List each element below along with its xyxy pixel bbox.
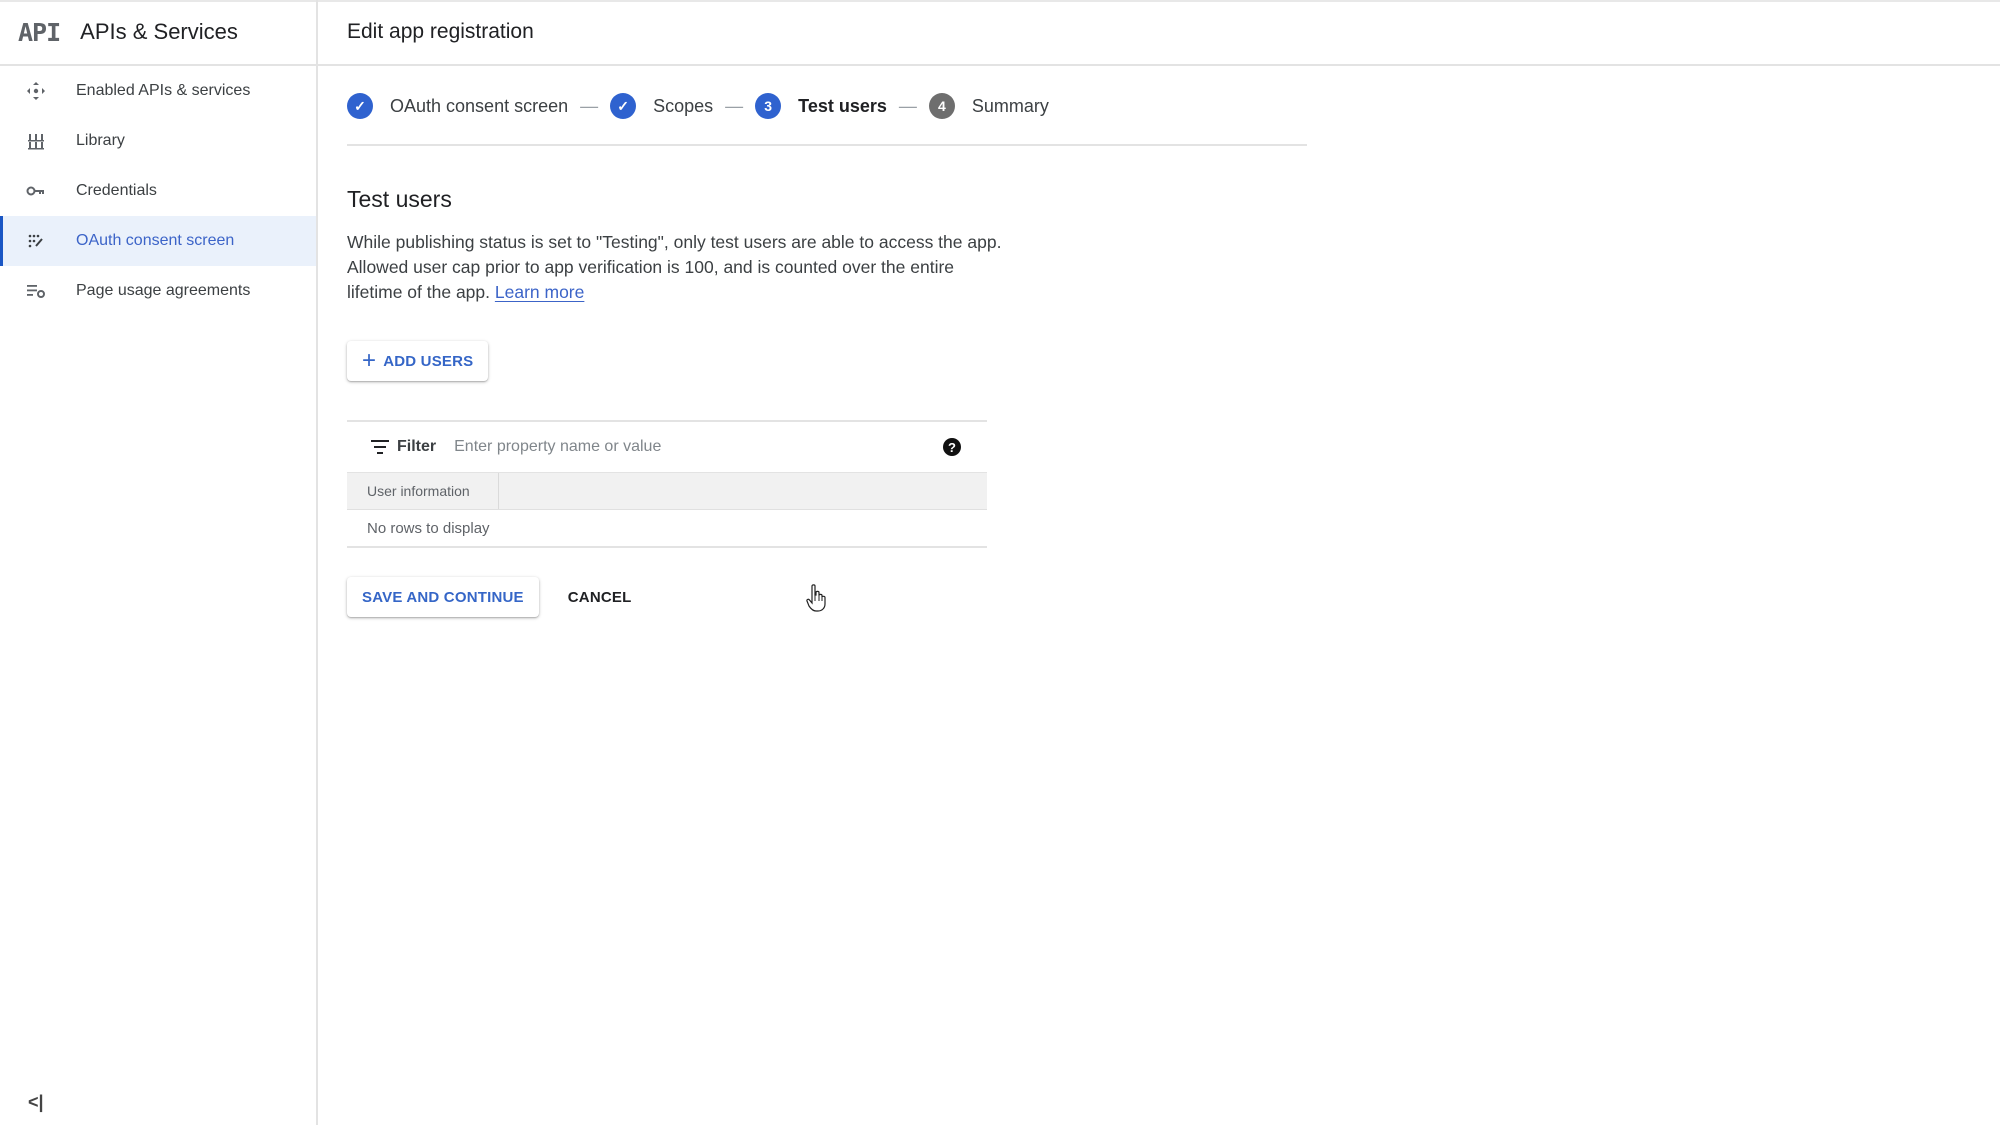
- sidebar-item-label: Enabled APIs & services: [76, 82, 251, 99]
- cancel-button[interactable]: CANCEL: [552, 577, 647, 617]
- enabled-apis-icon: [24, 79, 48, 103]
- step-separator: —: [725, 95, 744, 116]
- help-icon[interactable]: ?: [943, 438, 961, 456]
- step-oauth-consent-screen[interactable]: ✓ OAuth consent screen: [347, 93, 568, 119]
- add-users-label: ADD USERS: [383, 352, 474, 370]
- plus-icon: +: [362, 347, 377, 374]
- sidebar-item-page-usage-agreements[interactable]: Page usage agreements: [0, 266, 316, 316]
- form-actions: SAVE AND CONTINUE CANCEL: [347, 577, 647, 617]
- sidebar-nav: Enabled APIs & services Library Credenti…: [0, 66, 316, 316]
- test-users-table: Filter ? User information No rows to dis…: [347, 420, 987, 548]
- sidebar-item-library[interactable]: Library: [0, 116, 316, 166]
- step-test-users[interactable]: 3 Test users: [755, 93, 887, 119]
- step-label: Summary: [971, 95, 1049, 116]
- product-title: APIs & Services: [80, 19, 238, 44]
- check-icon: ✓: [610, 93, 637, 119]
- library-icon: [24, 129, 48, 153]
- sidebar-item-label: Credentials: [76, 182, 157, 199]
- hand-pointer-cursor-icon: [806, 584, 826, 612]
- step-separator: —: [898, 95, 917, 116]
- sidebar-header: API APIs & Services: [0, 0, 316, 66]
- page-header: Edit app registration: [318, 0, 2000, 66]
- step-separator: —: [580, 95, 599, 116]
- filter-input[interactable]: [452, 437, 897, 457]
- step-label: Test users: [798, 95, 887, 116]
- page-usage-settings-icon: [24, 279, 48, 303]
- collapse-sidebar-icon[interactable]: <|: [28, 1092, 44, 1113]
- sidebar-item-label: Library: [76, 132, 125, 149]
- check-icon: ✓: [347, 93, 373, 119]
- sidebar: API APIs & Services Enabled APIs & servi…: [0, 0, 318, 1125]
- section-description: While publishing status is set to "Testi…: [347, 230, 1007, 305]
- table-header: User information: [347, 472, 987, 510]
- sidebar-item-credentials[interactable]: Credentials: [0, 166, 316, 216]
- main-content: Edit app registration ✓ OAuth consent sc…: [318, 0, 2000, 1125]
- key-icon: [24, 179, 48, 203]
- test-users-section: Test users While publishing status is se…: [347, 186, 1007, 381]
- step-scopes[interactable]: ✓ Scopes: [610, 93, 713, 119]
- add-users-button[interactable]: + ADD USERS: [347, 341, 489, 381]
- step-number-badge: 3: [755, 93, 782, 119]
- filter-bar: Filter ?: [347, 420, 987, 472]
- empty-table-message: No rows to display: [347, 510, 987, 548]
- sidebar-item-label: Page usage agreements: [76, 282, 251, 299]
- page-title: Edit app registration: [347, 20, 534, 43]
- save-and-continue-button[interactable]: SAVE AND CONTINUE: [347, 577, 539, 617]
- section-title: Test users: [347, 186, 452, 212]
- step-summary[interactable]: 4 Summary: [928, 93, 1049, 119]
- learn-more-link[interactable]: Learn more: [495, 282, 585, 302]
- sidebar-item-label: OAuth consent screen: [76, 232, 235, 249]
- stepper: ✓ OAuth consent screen — ✓ Scopes — 3 Te…: [347, 90, 1307, 146]
- step-label: Scopes: [653, 95, 714, 116]
- step-label: OAuth consent screen: [390, 95, 569, 116]
- sidebar-item-enabled-apis[interactable]: Enabled APIs & services: [0, 66, 316, 116]
- step-number-badge: 4: [928, 93, 955, 119]
- oauth-consent-icon: [24, 229, 48, 253]
- description-text: While publishing status is set to "Testi…: [347, 232, 1002, 302]
- column-header-user-information[interactable]: User information: [347, 473, 499, 509]
- filter-label: Filter: [397, 438, 437, 455]
- sidebar-item-oauth-consent-screen[interactable]: OAuth consent screen: [0, 216, 316, 266]
- api-logo-icon: API: [18, 17, 61, 47]
- filter-icon: [371, 440, 389, 454]
